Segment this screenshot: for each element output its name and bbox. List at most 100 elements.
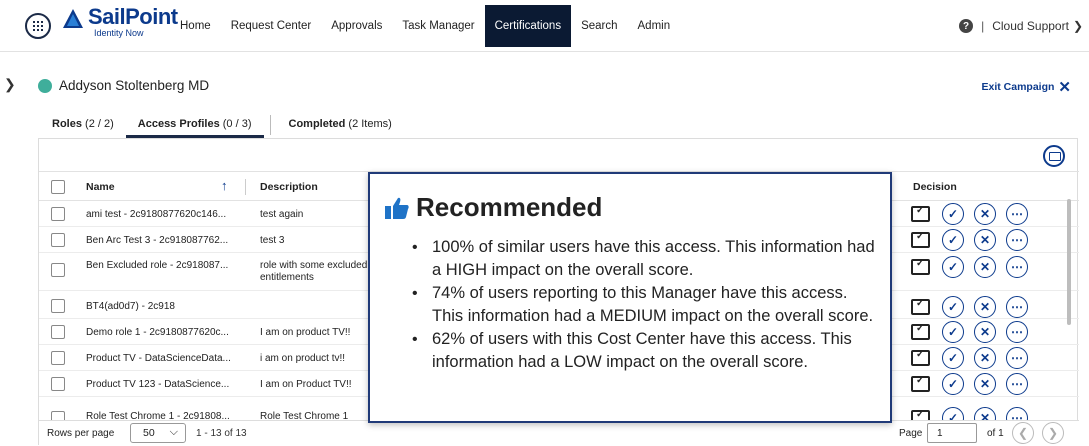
more-icon[interactable]: ⋯ (1006, 321, 1028, 343)
more-icon[interactable]: ⋯ (1006, 203, 1028, 225)
row-checkbox[interactable] (51, 233, 65, 247)
comment-icon[interactable] (911, 323, 930, 340)
revoke-icon[interactable]: ✕ (974, 256, 996, 278)
more-icon[interactable]: ⋯ (1006, 407, 1028, 420)
nav-admin[interactable]: Admin (628, 0, 681, 52)
chevron-down-icon[interactable]: ❯ (1073, 19, 1083, 33)
tab-roles-label: Roles (52, 118, 82, 130)
chevron-down-icon: ⌵ (169, 426, 178, 438)
row-checkbox[interactable] (51, 377, 65, 391)
comment-icon[interactable] (911, 231, 930, 248)
tab-completed-label: Completed (288, 118, 346, 130)
row-description: Role Test Chrome 1 (260, 411, 349, 420)
more-icon[interactable]: ⋯ (1006, 347, 1028, 369)
revoke-icon[interactable]: ✕ (974, 203, 996, 225)
header-name[interactable]: Name (86, 181, 115, 193)
comment-icon[interactable] (911, 298, 930, 315)
row-name: Role Test Chrome 1 - 2c91808... (86, 411, 230, 420)
nav-certifications[interactable]: Certifications (484, 5, 572, 47)
sailpoint-logo[interactable]: SailPoint Identity Now (62, 6, 178, 46)
nav-search[interactable]: Search (571, 0, 627, 52)
sort-up-icon[interactable]: ↑ (221, 178, 228, 193)
tab-access-profiles[interactable]: Access Profiles (0 / 3) (125, 112, 264, 138)
column-divider (245, 179, 246, 195)
page-input[interactable]: 1 (927, 423, 977, 443)
row-name: ami test - 2c9180877620c146... (86, 209, 227, 220)
next-page-icon[interactable]: ❯ (1042, 422, 1064, 444)
rows-per-page-value: 50 (143, 427, 155, 439)
row-description: test 3 (260, 235, 285, 246)
more-icon[interactable]: ⋯ (1006, 296, 1028, 318)
exit-campaign-button[interactable]: Exit Campaign ✕ (981, 78, 1071, 96)
recommendation-popup: Recommended 100% of similar users have t… (368, 172, 892, 423)
header-description[interactable]: Description (260, 181, 318, 193)
comment-icon[interactable] (911, 375, 930, 392)
recommendation-point: 74% of users reporting to this Manager h… (410, 282, 880, 328)
select-all-checkbox[interactable] (51, 180, 65, 194)
decision-controls: ✓ ✕ ⋯ (911, 373, 1038, 395)
approve-icon[interactable]: ✓ (942, 373, 964, 395)
recommendation-title: Recommended (384, 192, 602, 223)
nav-request-center[interactable]: Request Center (221, 0, 322, 52)
top-nav: SailPoint Identity Now Home Request Cent… (0, 0, 1089, 52)
more-icon[interactable]: ⋯ (1006, 229, 1028, 251)
tab-access-profiles-count: (0 / 3) (222, 118, 252, 130)
nav-approvals[interactable]: Approvals (321, 0, 392, 52)
page-total: of 1 (987, 428, 1004, 439)
user-name[interactable]: Cloud Support (992, 19, 1069, 33)
row-description: I am on product TV!! (260, 327, 351, 338)
comment-icon[interactable] (911, 349, 930, 366)
apps-grid-icon[interactable] (25, 13, 51, 39)
comment-icon[interactable] (911, 258, 930, 275)
row-description: i am on product tv!! (260, 353, 346, 364)
approve-icon[interactable]: ✓ (942, 203, 964, 225)
more-icon[interactable]: ⋯ (1006, 373, 1028, 395)
tab-access-profiles-label: Access Profiles (137, 118, 220, 130)
row-description: I am on Product TV!! (260, 379, 352, 390)
revoke-icon[interactable]: ✕ (974, 229, 996, 251)
revoke-icon[interactable]: ✕ (974, 347, 996, 369)
chevron-right-icon[interactable]: ❯ (4, 76, 16, 93)
more-icon[interactable]: ⋯ (1006, 256, 1028, 278)
approve-icon[interactable]: ✓ (942, 407, 964, 420)
approve-icon[interactable]: ✓ (942, 229, 964, 251)
row-description: test again (260, 209, 304, 220)
nav-task-manager[interactable]: Task Manager (392, 0, 484, 52)
decision-controls: ✓ ✕ ⋯ (911, 203, 1038, 225)
pagination-bar: Rows per page 50 ⌵ 1 - 13 of 13 Page 1 o… (39, 420, 1079, 446)
identity-header: Addyson Stoltenberg MD (38, 78, 209, 93)
row-checkbox[interactable] (51, 263, 65, 277)
close-icon[interactable]: ✕ (1058, 78, 1071, 96)
revoke-icon[interactable]: ✕ (974, 296, 996, 318)
row-checkbox[interactable] (51, 299, 65, 313)
row-checkbox[interactable] (51, 207, 65, 221)
tab-completed[interactable]: Completed (2 Items) (277, 112, 404, 138)
approve-icon[interactable]: ✓ (942, 256, 964, 278)
approve-icon[interactable]: ✓ (942, 296, 964, 318)
nav-home[interactable]: Home (170, 0, 221, 52)
approve-icon[interactable]: ✓ (942, 321, 964, 343)
row-name: BT4(ad0d7) - 2c918 (86, 301, 175, 312)
row-name: Ben Arc Test 3 - 2c918087762... (86, 235, 229, 246)
recommendation-list: 100% of similar users have this access. … (410, 236, 880, 374)
tab-bar: Roles (2 / 2) Access Profiles (0 / 3) Co… (40, 112, 404, 138)
tab-roles[interactable]: Roles (2 / 2) (40, 112, 126, 138)
row-checkbox[interactable] (51, 411, 65, 420)
nav-separator: | (981, 19, 985, 33)
row-checkbox[interactable] (51, 351, 65, 365)
revoke-icon[interactable]: ✕ (974, 407, 996, 420)
rows-per-page-select[interactable]: 50 ⌵ (130, 423, 186, 443)
help-icon[interactable]: ? (959, 19, 974, 33)
approve-icon[interactable]: ✓ (942, 347, 964, 369)
column-view-icon[interactable] (1043, 145, 1065, 167)
table-scrollbar[interactable] (1067, 199, 1071, 325)
revoke-icon[interactable]: ✕ (974, 373, 996, 395)
prev-page-icon[interactable]: ❮ (1012, 422, 1034, 444)
revoke-icon[interactable]: ✕ (974, 321, 996, 343)
recommendation-point: 62% of users with this Cost Center have … (410, 328, 880, 374)
page-input-value: 1 (937, 428, 943, 439)
comment-icon[interactable] (911, 205, 930, 222)
comment-icon[interactable] (911, 409, 930, 420)
row-checkbox[interactable] (51, 325, 65, 339)
user-menu[interactable]: ? | Cloud Support ❯ (959, 0, 1083, 52)
